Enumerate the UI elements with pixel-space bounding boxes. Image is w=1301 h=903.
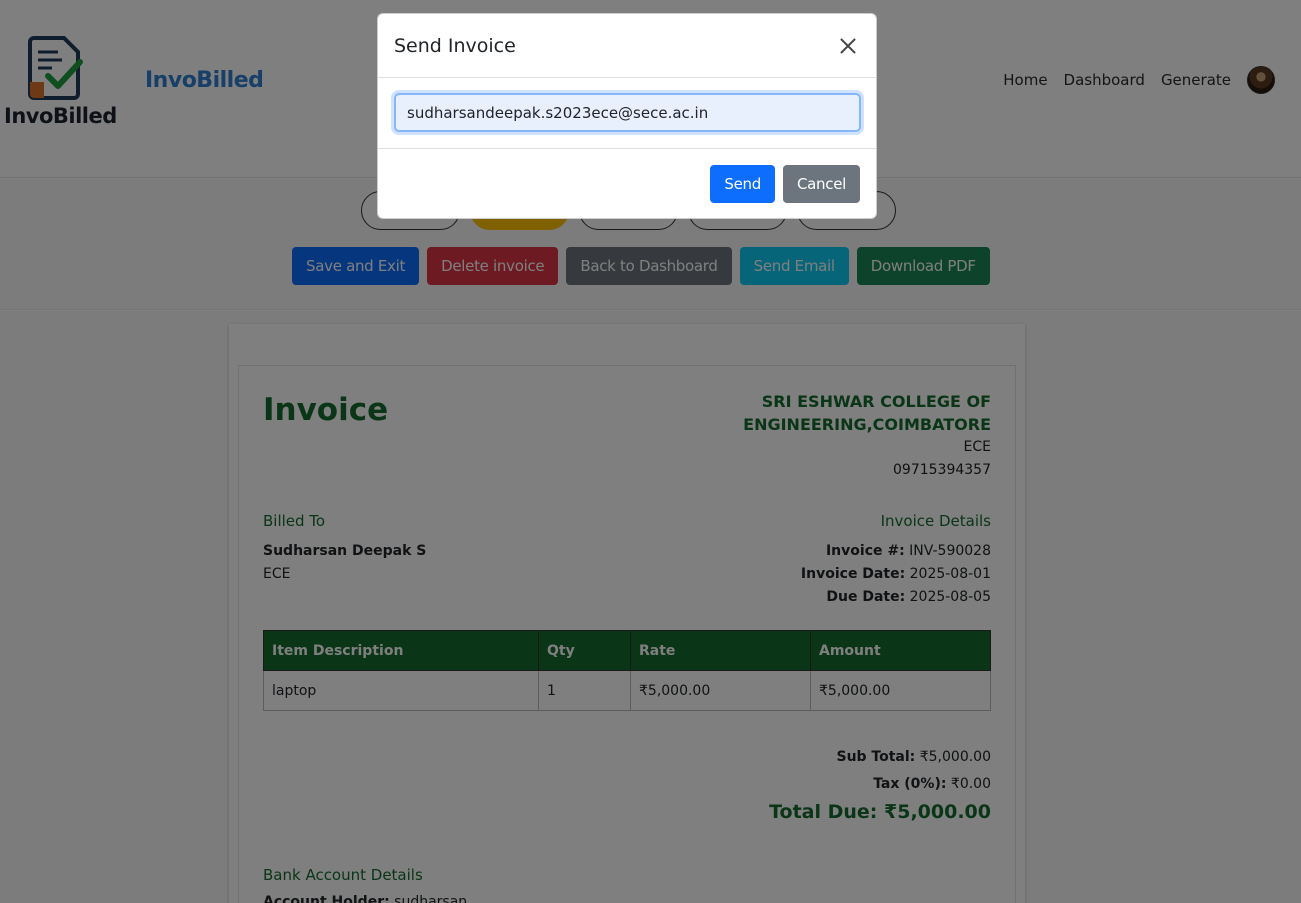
cancel-button[interactable]: Cancel <box>782 165 860 203</box>
email-field[interactable] <box>394 93 861 132</box>
send-button[interactable]: Send <box>710 165 775 203</box>
send-invoice-modal: Send Invoice Send Cancel <box>377 13 877 219</box>
modal-body <box>378 78 876 149</box>
modal-title: Send Invoice <box>394 34 516 57</box>
close-icon[interactable] <box>836 34 860 58</box>
modal-footer: Send Cancel <box>378 149 876 219</box>
modal-header: Send Invoice <box>378 14 876 78</box>
